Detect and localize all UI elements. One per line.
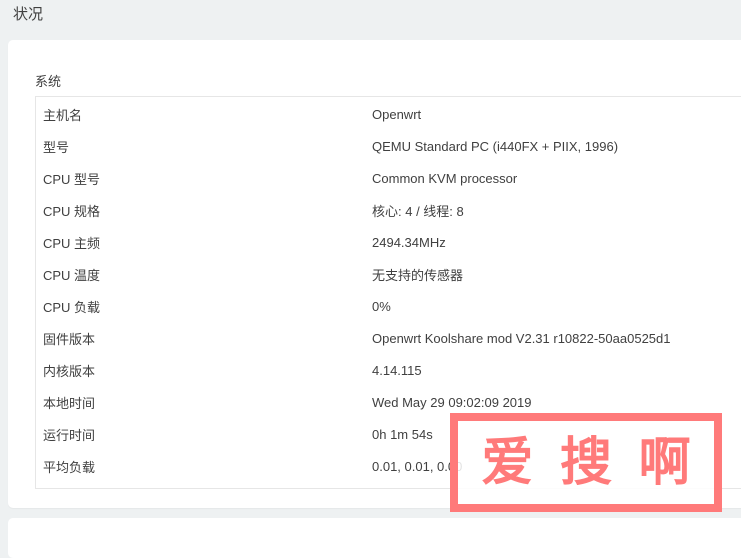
watermark-char: 啊 [638, 431, 691, 493]
row-label: 运行时间 [43, 427, 96, 443]
row-label: 本地时间 [43, 395, 96, 411]
table-row-hostname: 主机名 Openwrt [36, 98, 741, 130]
row-label: CPU 温度 [43, 267, 101, 283]
table-row-model: 型号 QEMU Standard PC (i440FX + PIIX, 1996… [36, 130, 741, 162]
row-value: Openwrt [372, 106, 422, 122]
row-value: QEMU Standard PC (i440FX + PIIX, 1996) [372, 138, 619, 154]
row-value: 核心: 4 / 线程: 8 [372, 203, 464, 219]
watermark-stamp: 爱 搜 啊 [450, 413, 722, 512]
page-title: 状况 [13, 6, 44, 23]
row-label: 平均负载 [43, 459, 96, 475]
row-value: Openwrt Koolshare mod V2.31 r10822-50aa0… [372, 330, 671, 346]
row-label: CPU 主频 [43, 235, 101, 251]
row-value: Wed May 29 09:02:09 2019 [372, 394, 532, 410]
row-value: 4.14.115 [372, 362, 422, 378]
row-value: Common KVM processor [372, 170, 518, 186]
row-value: 无支持的传感器 [372, 267, 464, 283]
row-value: 0% [372, 298, 391, 314]
row-label: CPU 型号 [43, 171, 101, 187]
table-row-cpu-model: CPU 型号 Common KVM processor [36, 162, 741, 194]
table-row-kernel-version: 内核版本 4.14.115 [36, 354, 741, 386]
next-section-card [8, 518, 741, 558]
table-row-firmware-version: 固件版本 Openwrt Koolshare mod V2.31 r10822-… [36, 322, 741, 354]
watermark-char: 爱 [481, 431, 534, 493]
row-label: 主机名 [43, 107, 83, 123]
table-row-cpu-frequency: CPU 主频 2494.34MHz [36, 226, 741, 258]
table-row-cpu-temperature: CPU 温度 无支持的传感器 [36, 258, 741, 290]
watermark-char: 搜 [559, 431, 612, 493]
table-row-cpu-load: CPU 负载 0% [36, 290, 741, 322]
row-label: 内核版本 [43, 363, 96, 379]
row-value: 2494.34MHz [372, 234, 446, 250]
table-row-cpu-spec: CPU 规格 核心: 4 / 线程: 8 [36, 194, 741, 226]
row-label: CPU 规格 [43, 203, 101, 219]
row-label: CPU 负载 [43, 299, 101, 315]
section-title-system: 系统 [35, 74, 62, 89]
row-label: 型号 [43, 139, 70, 155]
row-label: 固件版本 [43, 331, 96, 347]
